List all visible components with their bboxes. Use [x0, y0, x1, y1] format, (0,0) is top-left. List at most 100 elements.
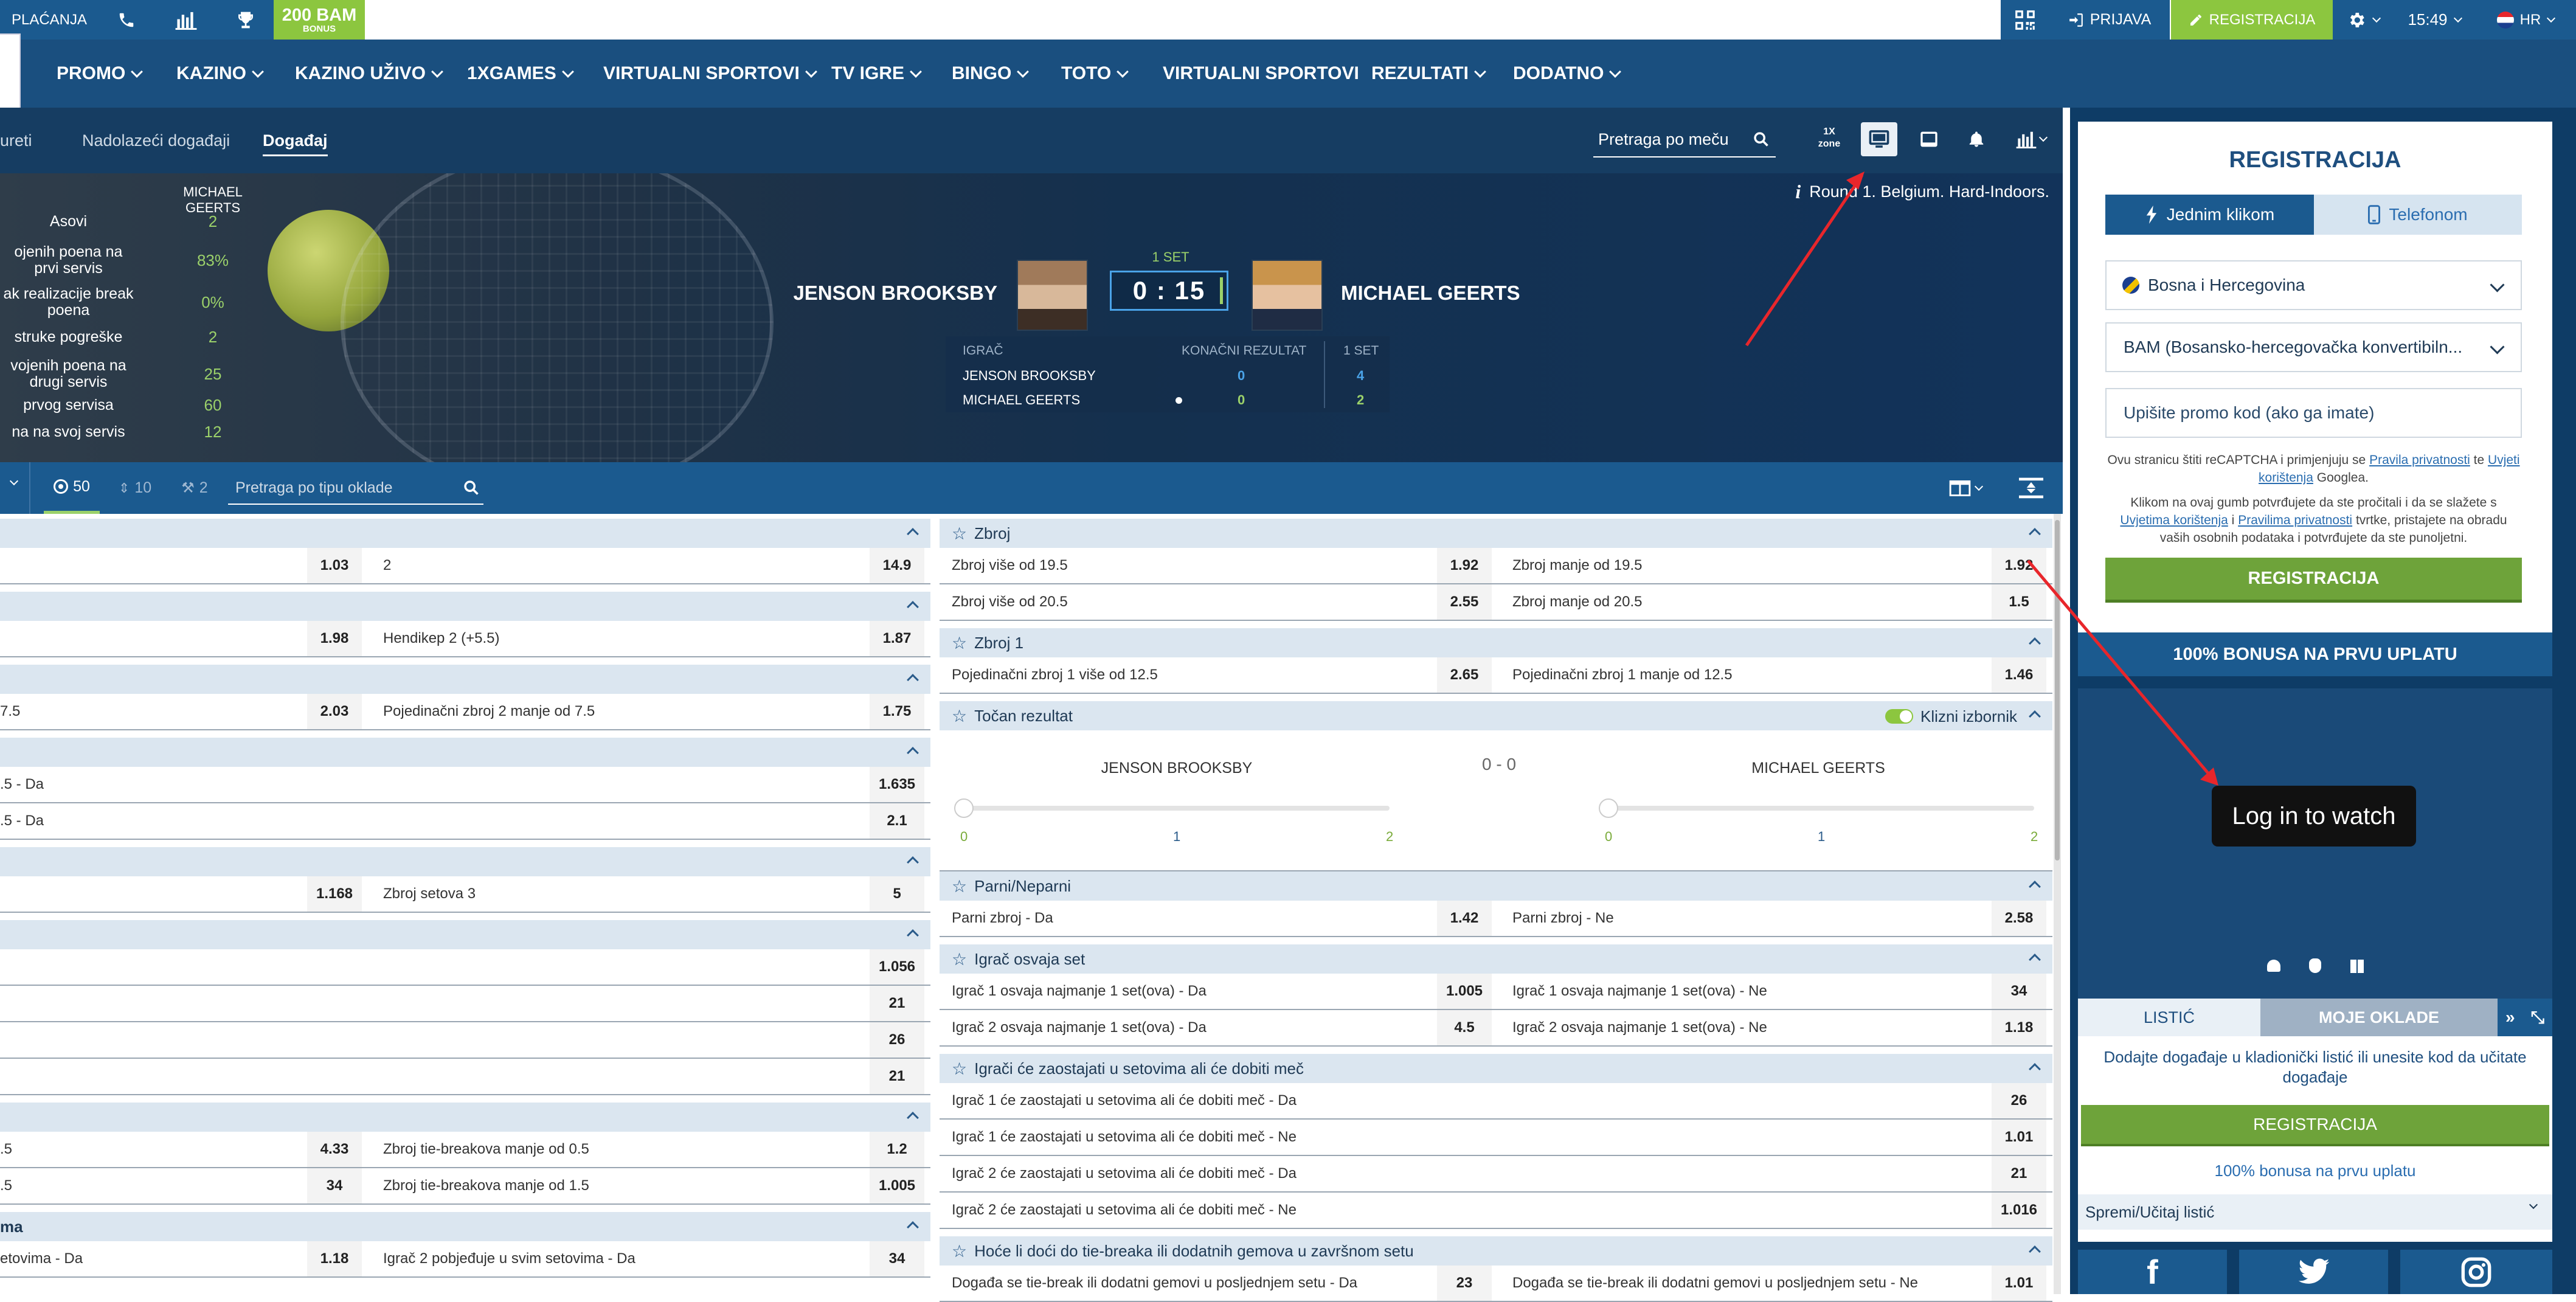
- tab-live[interactable]: ureti: [0, 108, 32, 173]
- odds-button[interactable]: 1.18: [1992, 1010, 2046, 1045]
- desktop-view-button[interactable]: [1861, 122, 1897, 156]
- market-header-tocan-rezultat[interactable]: ☆ Točan rezultat Klizni izbornik: [940, 701, 2052, 730]
- market-header-comeback[interactable]: ☆ Igrači će zaostajati u setovima ali će …: [940, 1054, 2052, 1083]
- match-search-input[interactable]: Pretraga po meču: [1598, 130, 1729, 149]
- market-header[interactable]: [0, 665, 930, 694]
- chevron-up-icon[interactable]: [2029, 710, 2041, 722]
- double-chevron-right-icon[interactable]: »: [2505, 1008, 2515, 1027]
- notifications-button[interactable]: [1959, 122, 1993, 156]
- star-icon[interactable]: ☆: [952, 524, 967, 544]
- search-icon[interactable]: [1753, 131, 1770, 148]
- apple-icon[interactable]: [2309, 958, 2321, 973]
- filter-sort[interactable]: ⇕ 10: [111, 462, 159, 514]
- odds-button[interactable]: 1.87: [870, 621, 924, 656]
- chevron-up-icon[interactable]: [907, 528, 919, 540]
- video-player[interactable]: Log in to watch: [2078, 688, 2552, 999]
- market-header[interactable]: [0, 1103, 930, 1132]
- chevron-up-icon[interactable]: [2029, 1245, 2041, 1258]
- menu-item-kazino[interactable]: KAZINO: [176, 40, 264, 108]
- odds-button[interactable]: 5: [870, 876, 924, 912]
- phone-button[interactable]: [99, 0, 156, 40]
- market-header-zbroj-1[interactable]: ☆ Zbroj 1: [940, 628, 2052, 657]
- privacy-policy-link[interactable]: Pravila privatnosti: [2369, 453, 2470, 467]
- star-icon[interactable]: ☆: [952, 1241, 967, 1261]
- odds-button[interactable]: 1.5: [1992, 584, 2046, 620]
- layout-dropdown[interactable]: [1949, 476, 1995, 501]
- tab-upcoming[interactable]: Nadolazeći događaji: [82, 108, 230, 173]
- menu-item-dodatno[interactable]: DODATNO: [1513, 40, 1622, 108]
- bet-type-search-input[interactable]: Pretraga po tipu oklade: [235, 479, 393, 497]
- star-icon[interactable]: ☆: [952, 706, 967, 726]
- collapse-all-button[interactable]: [2018, 476, 2046, 501]
- odds-button[interactable]: 1.005: [1437, 974, 1492, 1009]
- tab-event[interactable]: Događaj: [263, 108, 328, 173]
- registration-submit-button[interactable]: REGISTRACIJA: [2105, 558, 2522, 603]
- odds-button[interactable]: 1.18: [307, 1241, 362, 1276]
- market-header[interactable]: [0, 519, 930, 548]
- chevron-up-icon[interactable]: [907, 856, 919, 868]
- zone-button[interactable]: 1X zone: [1813, 126, 1845, 155]
- market-header-parni-neparni[interactable]: ☆ Parni/Neparni: [940, 871, 2052, 901]
- betslip-bonus-link[interactable]: 100% bonusa na prvu uplatu: [2078, 1162, 2552, 1180]
- odds-button[interactable]: 21: [870, 986, 924, 1021]
- chevron-up-icon[interactable]: [2029, 881, 2041, 893]
- odds-button[interactable]: 26: [870, 1022, 924, 1058]
- odds-button[interactable]: 34: [307, 1168, 362, 1203]
- odds-button[interactable]: 21: [870, 1059, 924, 1094]
- slider-handle[interactable]: [1599, 798, 1618, 818]
- chevron-up-icon[interactable]: [907, 674, 919, 686]
- slider-handle[interactable]: [954, 798, 974, 818]
- market-header[interactable]: [0, 592, 930, 621]
- odds-button[interactable]: 1.46: [1992, 657, 2046, 693]
- odds-button[interactable]: 1.92: [1437, 548, 1492, 583]
- market-header-igrac-osvaja-set[interactable]: ☆ Igrač osvaja set: [940, 944, 2052, 974]
- odds-button[interactable]: 1.168: [307, 876, 362, 912]
- star-icon[interactable]: ☆: [952, 633, 967, 653]
- chevron-up-icon[interactable]: [2029, 954, 2041, 966]
- market-header[interactable]: ma: [0, 1212, 930, 1241]
- match-search[interactable]: Pretraga po meču: [1593, 122, 1776, 158]
- star-icon[interactable]: ☆: [952, 949, 967, 969]
- odds-button[interactable]: 1.635: [870, 767, 924, 802]
- search-icon[interactable]: [463, 479, 480, 496]
- windows-icon[interactable]: [2350, 960, 2364, 973]
- menu-item-virtualni-sportovi[interactable]: VIRTUALNI SPORTOVI: [603, 40, 817, 108]
- filter-all[interactable]: 50: [44, 462, 100, 514]
- save-load-betslip[interactable]: Spremi/Učitaj listić: [2078, 1194, 2552, 1230]
- statistics-dropdown[interactable]: [2007, 122, 2055, 156]
- filter-special[interactable]: ⚒ 2: [170, 462, 219, 514]
- login-button[interactable]: PRIJAVA: [2049, 0, 2171, 40]
- clock-dropdown[interactable]: 15:49: [2394, 0, 2476, 40]
- register-button[interactable]: REGISTRACIJA: [2171, 0, 2334, 40]
- menu-item-tv-igre[interactable]: TV IGRE: [831, 40, 922, 108]
- odds-button[interactable]: 1.03: [307, 548, 362, 583]
- odds-button[interactable]: 1.056: [870, 949, 924, 985]
- scrollbar[interactable]: [2054, 514, 2061, 1294]
- star-icon[interactable]: ☆: [952, 1059, 967, 1079]
- chevron-up-icon[interactable]: [2029, 1063, 2041, 1075]
- tablet-view-button[interactable]: [1912, 122, 1946, 156]
- odds-button[interactable]: 1.98: [307, 621, 362, 656]
- slider-toggle[interactable]: Klizni izbornik: [1885, 707, 2017, 725]
- odds-button[interactable]: 1.2: [870, 1132, 924, 1167]
- menu-item-promo[interactable]: PROMO: [57, 40, 144, 108]
- chevron-up-icon[interactable]: [907, 1112, 919, 1124]
- privacy-rules-link[interactable]: Pravilima privatnosti: [2238, 513, 2352, 527]
- menu-item-rezultati[interactable]: REZULTATI: [1371, 40, 1486, 108]
- tab-one-click[interactable]: Jednim klikom: [2105, 195, 2314, 235]
- odds-button[interactable]: 1.92: [1992, 548, 2046, 583]
- collapse-dropdown[interactable]: [0, 462, 30, 514]
- score-slider-1[interactable]: 0 1 2: [954, 798, 1393, 844]
- android-icon[interactable]: [2267, 960, 2280, 972]
- chevron-up-icon[interactable]: [907, 747, 919, 759]
- odds-button[interactable]: 4.5: [1437, 1010, 1492, 1045]
- chevron-up-icon[interactable]: [2029, 528, 2041, 540]
- currency-select[interactable]: BAM (Bosansko-hercegovačka konvertibiln.…: [2105, 322, 2522, 372]
- betslip-tab-my-bets[interactable]: MOJE OKLADE: [2260, 999, 2498, 1036]
- expand-icon[interactable]: ⤡: [2531, 1008, 2544, 1028]
- scrollbar-thumb[interactable]: [2055, 520, 2060, 860]
- odds-button[interactable]: 1.016: [1992, 1193, 2046, 1228]
- market-header-zbroj[interactable]: ☆ Zbroj: [940, 519, 2052, 548]
- bonus-badge[interactable]: 200 BAM BONUS: [274, 0, 365, 40]
- promo-code-input[interactable]: Upišite promo kod (ako ga imate): [2105, 388, 2522, 438]
